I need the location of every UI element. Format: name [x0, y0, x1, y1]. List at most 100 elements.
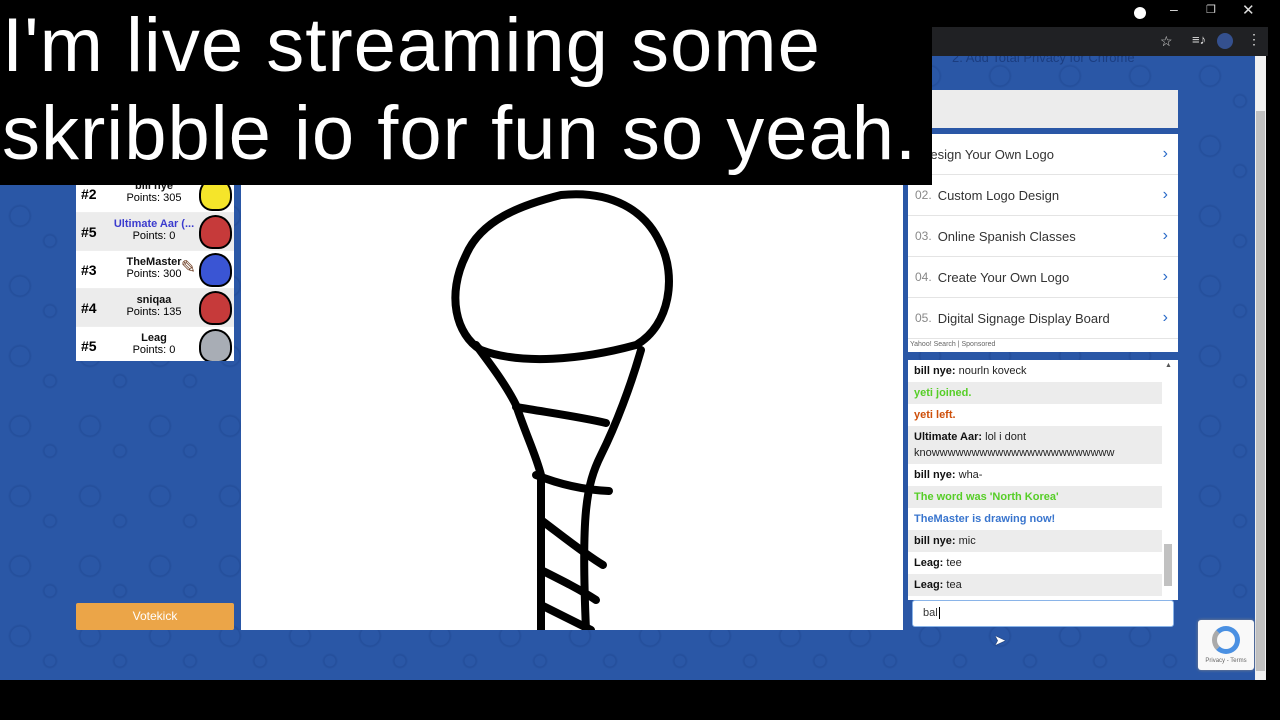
chat-text: wha- — [955, 469, 983, 481]
ad-link[interactable]: 04. Create Your Own Logo › — [908, 257, 1178, 298]
profile-avatar[interactable] — [1217, 33, 1233, 49]
chat-message: TheMaster is drawing now! — [908, 508, 1162, 530]
votekick-button[interactable]: Votekick — [76, 603, 234, 630]
player-points: Points: 0 — [132, 344, 176, 356]
player-name: sniqaa — [136, 294, 172, 306]
player-avatar — [199, 215, 232, 249]
player-name: Leag — [141, 332, 167, 344]
chat-author: Ultimate Aar: — [914, 431, 983, 443]
caption-line-2: skribble io for fun so yeah. — [2, 91, 918, 176]
caption-line-1: I'm live streaming some — [2, 3, 821, 88]
recaptcha-links[interactable]: Privacy - Terms — [1205, 658, 1246, 664]
ad-link[interactable]: 02. Custom Logo Design › — [908, 175, 1178, 216]
chevron-right-icon: › — [1162, 186, 1168, 203]
chevron-right-icon: › — [1162, 227, 1168, 244]
chat-author: bill nye: — [914, 469, 956, 481]
minimize-icon[interactable]: – — [1170, 1, 1178, 17]
player-points: Points: 0 — [132, 230, 176, 242]
chat-message: bill nye: wha- — [908, 464, 1162, 486]
player-points: Points: 135 — [126, 306, 182, 318]
ad-link[interactable]: Design Your Own Logo › — [908, 134, 1178, 175]
ad-banner — [932, 90, 1178, 128]
player-avatar — [199, 329, 232, 361]
extension-notice: 2. Add Total Privacy for Chrome — [952, 56, 1135, 65]
player-row[interactable]: #5 Leag Points: 0 — [76, 327, 234, 361]
ad-number: 03. — [915, 229, 932, 243]
chat-text: tee — [943, 557, 962, 569]
chat-scroll-thumb[interactable] — [1164, 544, 1172, 586]
player-row[interactable]: #4 sniqaa Points: 135 — [76, 289, 234, 327]
player-row[interactable]: #5 Ultimate Aar (... Points: 0 — [76, 213, 234, 251]
player-rank: #3 — [81, 262, 97, 278]
recaptcha-icon — [1212, 626, 1240, 654]
close-icon[interactable]: ✕ — [1242, 1, 1255, 19]
chat-message: Leag: tee — [908, 552, 1162, 574]
stroke-band1 — [512, 403, 610, 427]
pencil-icon: ✎ — [180, 257, 196, 277]
chat-author: Leag: — [914, 557, 944, 569]
chat-message: The word was 'North Korea' — [908, 486, 1162, 508]
chat-author: bill nye: — [914, 535, 956, 547]
chat-message: bill nye: mic — [908, 530, 1162, 552]
ad-label: Create Your Own Logo — [937, 269, 1070, 285]
ad-number: 02. — [915, 188, 932, 202]
chevron-right-icon: › — [1162, 145, 1168, 162]
chat-author: Leag: — [914, 579, 944, 591]
player-rank: #4 — [81, 300, 97, 316]
stroke-left — [472, 341, 545, 634]
ad-label: Online Spanish Classes — [937, 228, 1076, 244]
ad-label: Custom Logo Design — [937, 187, 1060, 203]
chat-text: The word was 'North Korea' — [914, 491, 1059, 503]
player-list: #2 bill nye Points: 305 #5 Ultimate Aar … — [76, 175, 234, 361]
window-dropdown-icon[interactable] — [1134, 7, 1146, 19]
chat-text: nourln koveck — [955, 365, 1027, 377]
player-rank: #5 — [81, 224, 97, 240]
chat-message: yeti joined. — [908, 382, 1162, 404]
drawing-canvas[interactable] — [241, 185, 903, 634]
scrollbar-thumb[interactable] — [1256, 111, 1265, 671]
sponsored-links: Design Your Own Logo › 02. Custom Logo Desi… — [908, 134, 1178, 352]
ad-source: Yahoo! Search | Sponsored — [910, 341, 996, 348]
chat-log: bill nye: nourln koveck yeti joined. yeti … — [908, 360, 1178, 600]
drawing — [451, 190, 673, 634]
chat-input-value: bal — [923, 607, 938, 619]
chat-text: TheMaster is drawing now! — [914, 513, 1056, 525]
player-avatar — [199, 291, 232, 325]
recaptcha-badge[interactable]: Privacy - Terms — [1198, 620, 1254, 670]
player-points: Points: 305 — [126, 192, 182, 204]
chat-message: Leag: tea — [908, 574, 1162, 596]
chat-message: Ultimate Aar: lol i dont knowwwwwwwwwwww… — [908, 426, 1162, 464]
browser-toolbar: ☆ ≡♪ ⋮ — [932, 27, 1268, 56]
ad-link[interactable]: 03. Online Spanish Classes › — [908, 216, 1178, 257]
chat-scrollbar[interactable]: ▲ — [1162, 362, 1174, 598]
chat-text: yeti left. — [914, 409, 956, 421]
player-rank: #2 — [81, 186, 97, 202]
ad-label: Design Your Own Logo — [921, 146, 1054, 162]
player-row[interactable]: #3 TheMaster Points: 300 ✎ — [76, 251, 234, 289]
chat-text: tea — [943, 579, 962, 591]
media-queue-icon[interactable]: ≡♪ — [1192, 32, 1206, 47]
page-scrollbar[interactable] — [1255, 56, 1266, 680]
ad-label: Digital Signage Display Board — [937, 310, 1110, 326]
mouse-cursor: ➤ — [994, 632, 1006, 648]
chat-author: bill nye: — [914, 365, 956, 377]
stroke-head — [451, 190, 673, 364]
chat-message: bill nye: nourln koveck — [908, 360, 1162, 382]
bookmark-star-icon[interactable]: ☆ — [1160, 33, 1173, 50]
player-rank: #5 — [81, 338, 97, 354]
menu-icon[interactable]: ⋮ — [1247, 31, 1261, 48]
chat-text: yeti joined. — [914, 387, 972, 399]
chat-message: yeti left. — [908, 404, 1162, 426]
chevron-right-icon: › — [1162, 268, 1168, 285]
player-avatar — [199, 253, 232, 287]
stroke-band2 — [532, 471, 613, 495]
chat-text: mic — [955, 535, 976, 547]
ad-number: 04. — [915, 270, 932, 284]
stream-caption-overlay: I'm live streaming some skribble io for … — [0, 0, 932, 185]
chevron-right-icon: › — [1162, 309, 1168, 326]
ad-link[interactable]: 05. Digital Signage Display Board › — [908, 298, 1178, 339]
chat-input[interactable]: bal — [912, 600, 1174, 627]
player-name: Ultimate Aar (... — [113, 218, 195, 230]
restore-icon[interactable]: ❐ — [1206, 3, 1216, 16]
ad-number: 05. — [915, 311, 932, 325]
